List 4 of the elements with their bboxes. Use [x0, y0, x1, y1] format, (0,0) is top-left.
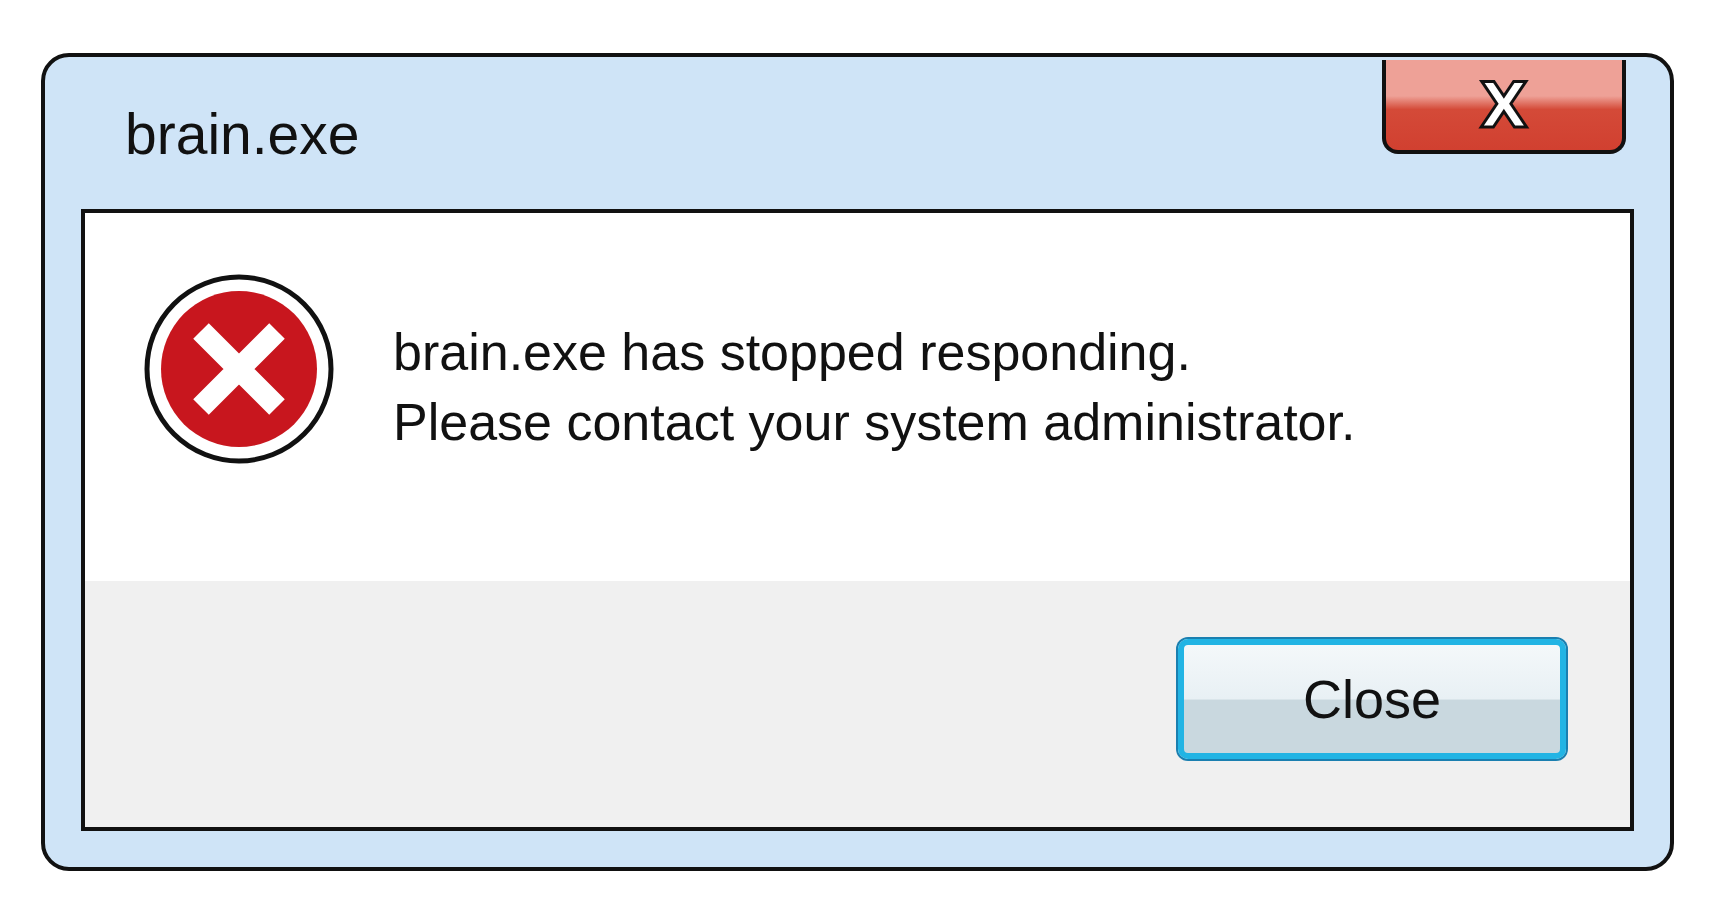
window-title: brain.exe	[125, 101, 360, 167]
close-dialog-button[interactable]: Close	[1178, 639, 1566, 759]
error-message: brain.exe has stopped responding. Please contact your system administrator.	[393, 322, 1356, 453]
error-icon	[143, 273, 335, 465]
